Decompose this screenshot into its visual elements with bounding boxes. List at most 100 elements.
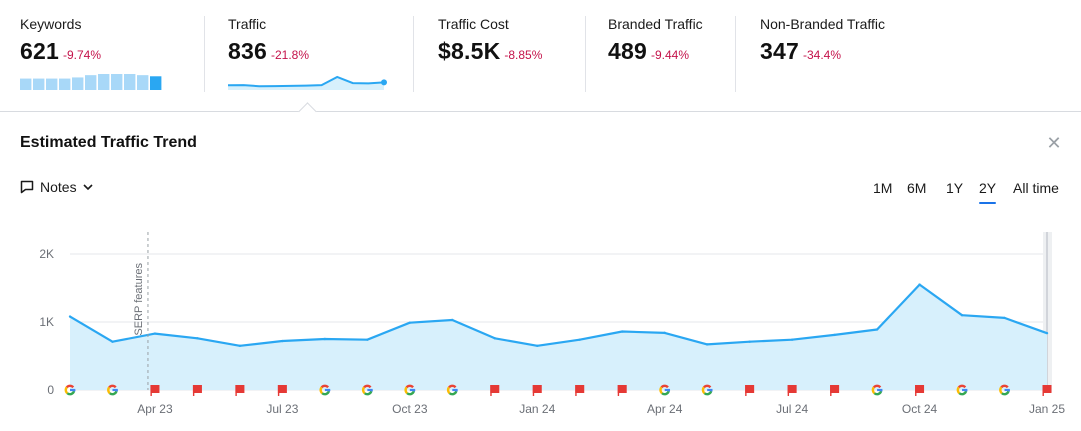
note-flag-icon[interactable] (1042, 385, 1052, 396)
range-1y[interactable]: 1Y (946, 180, 963, 196)
google-icon-arc (703, 390, 713, 396)
google-icon-bar (962, 388, 968, 392)
data-point (875, 328, 879, 331)
metric-traffic-cost[interactable]: Traffic Cost $8.5K -8.85% (438, 0, 588, 96)
spark-bar (72, 77, 84, 90)
x-tick-label: Apr 24 (647, 402, 683, 416)
data-point (833, 333, 836, 337)
flag-pole (617, 385, 620, 396)
note-flag-icon[interactable] (277, 385, 287, 396)
note-flag-icon[interactable] (915, 385, 925, 396)
spark-bar (46, 78, 58, 90)
data-point (153, 332, 157, 335)
data-point (68, 315, 72, 318)
metric-delta: -34.4% (802, 48, 842, 62)
note-flag-icon[interactable] (617, 385, 627, 396)
data-point (281, 339, 284, 343)
data-point (238, 344, 242, 347)
metric-non-branded-traffic[interactable]: Non-Branded Traffic 347 -34.4% (760, 0, 930, 96)
flag-pole (830, 385, 832, 396)
x-tick-label: Oct 23 (392, 402, 428, 416)
note-flag-icon[interactable] (192, 385, 202, 396)
metric-branded-traffic[interactable]: Branded Traffic 489 -9.44% (608, 0, 728, 96)
flag-pole (787, 385, 790, 396)
divider (735, 16, 736, 92)
x-tick-label: Jan 25 (1029, 402, 1065, 416)
flag-pole (915, 385, 917, 396)
metric-traffic[interactable]: Traffic 836 -21.8% (228, 0, 398, 96)
note-flag-icon[interactable] (490, 385, 500, 396)
range-all-time[interactable]: All time (1013, 180, 1059, 196)
data-point (366, 338, 369, 341)
spark-bar (20, 78, 32, 90)
google-icon-bar (1004, 388, 1010, 392)
note-flag-icon[interactable] (830, 385, 840, 396)
google-icon-bar (877, 388, 883, 392)
metric-label: Branded Traffic (608, 16, 703, 32)
google-icon-arc (363, 390, 373, 396)
google-icon-arc (448, 390, 458, 396)
flag-pole (192, 385, 195, 396)
note-flag-icon[interactable] (532, 385, 542, 396)
range-6m[interactable]: 6M (907, 180, 926, 196)
flag-pole (745, 385, 747, 396)
metric-label: Traffic (228, 16, 267, 32)
metric-keywords[interactable]: Keywords 621 -9.74% (20, 0, 190, 96)
data-point (111, 340, 114, 343)
metric-value: 621 (20, 38, 59, 64)
close-icon[interactable]: ✕ (1046, 134, 1062, 152)
range-2y[interactable]: 2Y (979, 180, 997, 204)
metric-value-row: 621 -9.74% (20, 38, 101, 65)
google-icon-arc (1001, 390, 1010, 396)
metric-label: Traffic Cost (438, 16, 509, 32)
spark-bar (98, 74, 110, 90)
flag-pole (490, 385, 492, 396)
metric-value-row: $8.5K -8.85% (438, 38, 542, 65)
panel-title: Estimated Traffic Trend (20, 134, 197, 151)
data-point (578, 338, 581, 341)
metric-delta: -9.44% (650, 48, 690, 62)
spark-bar (150, 76, 162, 90)
spark-bar (111, 74, 123, 90)
note-flag-icon[interactable] (745, 385, 755, 396)
note-icon (20, 180, 34, 194)
google-icon-bar (452, 388, 458, 392)
data-point (960, 314, 964, 317)
metric-value-row: 489 -9.44% (608, 38, 689, 65)
flag-pole (150, 385, 152, 396)
note-flag-icon[interactable] (787, 385, 797, 396)
note-flag-icon[interactable] (235, 385, 245, 396)
note-flag-icon[interactable] (575, 385, 585, 396)
google-icon-bar (112, 388, 118, 392)
traffic-trend-chart: 0 1K 2K SERP features Apr 23 Jul 23 Oct 23 Jan … (39, 232, 1065, 416)
y-tick-label: 2K (39, 247, 54, 261)
traffic-sparkline (228, 75, 387, 90)
flag-pole (277, 385, 280, 396)
x-tick-label: Apr 23 (137, 402, 173, 416)
google-icon-arc (873, 390, 883, 396)
google-icon-bar (70, 388, 76, 392)
spark-bar (59, 78, 71, 90)
range-1m[interactable]: 1M (873, 180, 892, 196)
x-tick-label: Oct 24 (902, 402, 938, 416)
google-icon-arc (661, 390, 670, 396)
chevron-down-icon (83, 184, 93, 191)
google-icon-arc (958, 390, 968, 396)
data-point (705, 343, 709, 346)
notes-dropdown[interactable]: Notes (20, 176, 93, 198)
flag-pole (1042, 385, 1044, 396)
google-icon-arc (109, 390, 118, 396)
data-point (536, 344, 539, 347)
google-icon-bar (409, 388, 416, 392)
y-tick-label: 0 (47, 383, 54, 397)
divider (585, 16, 586, 92)
note-flag-icon[interactable] (150, 385, 160, 396)
metric-label: Non-Branded Traffic (760, 16, 886, 32)
data-point (323, 337, 327, 341)
x-tick-label: Jul 24 (776, 402, 808, 416)
google-icon-bar (707, 388, 713, 392)
divider (413, 16, 414, 92)
data-point (790, 338, 794, 341)
google-icon-bar (324, 388, 331, 392)
spark-bar (124, 74, 136, 90)
